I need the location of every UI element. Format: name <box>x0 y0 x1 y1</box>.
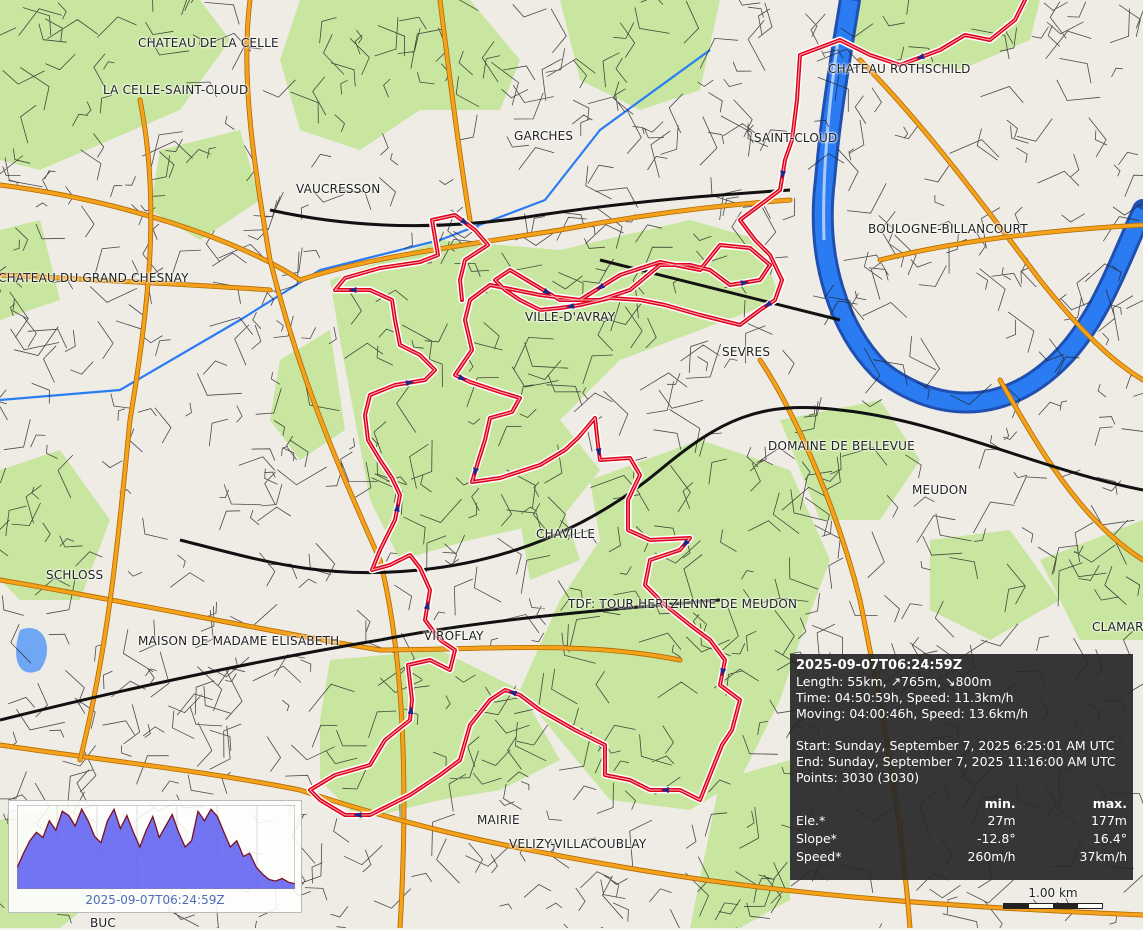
profile-timestamp: 2025-09-07T06:24:59Z <box>85 893 225 907</box>
stats-header-min: min. <box>984 796 1016 811</box>
stats-label: Slope* <box>796 831 837 846</box>
elevation-profile[interactable]: 2025-09-07T06:24:59Z <box>8 800 302 913</box>
place-label: MAIRIE <box>477 813 520 827</box>
info-time: Time: 04:50:59h, Speed: 11.3km/h <box>796 690 1014 705</box>
elevation-profile-chart <box>17 805 295 889</box>
stats-max: 16.4° <box>1092 831 1127 846</box>
place-label: VAUCRESSON <box>296 182 381 196</box>
place-label: CHAVILLE <box>536 527 596 541</box>
place-label: SAINT-CLOUD <box>754 131 838 145</box>
stats-label: Ele.* <box>796 813 826 828</box>
info-moving: Moving: 04:00:46h, Speed: 13.6km/h <box>796 706 1029 721</box>
stats-max: 177m <box>1090 813 1127 828</box>
place-label: CHATEAU DE LA CELLE <box>138 36 279 50</box>
place-label: BOULOGNE-BILLANCOURT <box>868 222 1028 236</box>
scale-label: 1.00 km <box>1028 886 1078 900</box>
scale-bar-graphic <box>1003 903 1103 909</box>
stats-row: Ele.* 27m 177m <box>796 812 1127 830</box>
info-start: Start: Sunday, September 7, 2025 6:25:01… <box>796 738 1115 753</box>
place-label: TDF: TOUR HERTZIENNE DE MEUDON <box>568 597 798 611</box>
stats-max: 37km/h <box>1079 849 1127 864</box>
stats-label: Speed* <box>796 849 842 864</box>
scale-bar: 1.00 km <box>1003 886 1103 910</box>
place-label: LA CELLE-SAINT-CLOUD <box>103 83 249 97</box>
info-title: 2025-09-07T06:24:59Z <box>796 658 963 673</box>
info-stats-table: min. max. Ele.* 27m 177m Slope* -12.8° 1… <box>796 796 1127 866</box>
place-label: CLAMART <box>1092 620 1143 634</box>
info-length: Length: 55km, ↗765m, ↘800m <box>796 674 992 689</box>
info-end: End: Sunday, September 7, 2025 11:16:00 … <box>796 754 1116 769</box>
place-label: SCHLOSS <box>46 568 104 582</box>
stats-row: Slope* -12.8° 16.4° <box>796 830 1127 848</box>
place-label: VILLE-D'AVRAY <box>525 310 616 324</box>
stats-row: Speed* 260m/h 37km/h <box>796 848 1127 866</box>
place-label: CHATEAU ROTHSCHILD <box>828 62 971 76</box>
place-label: VELIZY-VILLACOUBLAY <box>509 837 647 851</box>
place-label: CHATEAU DU GRAND CHESNAY <box>0 271 189 285</box>
stats-min: 27m <box>987 813 1016 828</box>
place-label: GARCHES <box>514 129 574 143</box>
water-pond <box>16 628 48 673</box>
stats-min: 260m/h <box>967 849 1016 864</box>
place-label: DOMAINE DE BELLEVUE <box>768 439 915 453</box>
place-label: VIROFLAY <box>424 629 484 643</box>
stats-header-max: max. <box>1092 796 1127 811</box>
place-label: SEVRES <box>722 345 771 359</box>
place-label: MEUDON <box>912 483 968 497</box>
track-info-panel: 2025-09-07T06:24:59Z Length: 55km, ↗765m… <box>790 654 1133 880</box>
place-label: MAISON DE MADAME ELISABETH <box>138 634 340 648</box>
info-points: Points: 3030 (3030) <box>796 770 920 785</box>
stats-min: -12.8° <box>977 831 1016 846</box>
